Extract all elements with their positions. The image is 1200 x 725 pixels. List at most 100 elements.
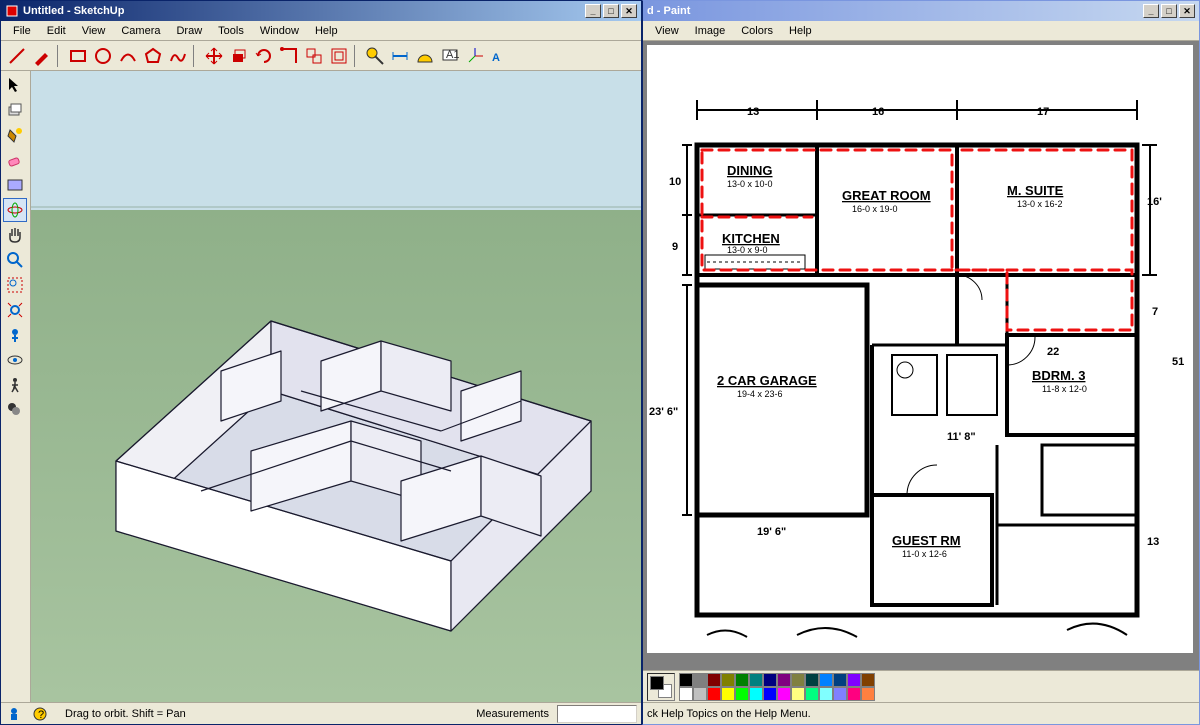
tool-rotate-icon[interactable]	[252, 44, 276, 68]
menu-camera[interactable]: Camera	[113, 23, 168, 39]
palette-swatch[interactable]	[749, 687, 763, 701]
palette-swatch[interactable]	[707, 673, 721, 687]
side-eraser-icon[interactable]	[3, 148, 27, 172]
menu-tools[interactable]: Tools	[210, 23, 252, 39]
palette-grid[interactable]	[679, 673, 875, 701]
tool-protractor-icon[interactable]	[413, 44, 437, 68]
sketchup-titlebar[interactable]: Untitled - SketchUp _ □ ✕	[1, 1, 641, 21]
paint-menu-help[interactable]: Help	[781, 23, 820, 39]
paint-statusbar: ck Help Topics on the Help Menu.	[643, 702, 1199, 724]
tool-3dtext-icon[interactable]: A	[488, 44, 512, 68]
minimize-button[interactable]: _	[585, 4, 601, 18]
palette-swatch[interactable]	[763, 673, 777, 687]
sketchup-app-icon	[5, 4, 19, 18]
palette-swatch[interactable]	[847, 673, 861, 687]
side-rect-icon[interactable]	[3, 173, 27, 197]
tool-pencil-icon[interactable]	[30, 44, 54, 68]
tool-dimension-icon[interactable]	[388, 44, 412, 68]
tool-offset-icon[interactable]	[327, 44, 351, 68]
palette-swatch[interactable]	[861, 673, 875, 687]
palette-swatch[interactable]	[791, 673, 805, 687]
palette-swatch[interactable]	[833, 687, 847, 701]
svg-text:7: 7	[1152, 306, 1158, 318]
palette-swatch[interactable]	[679, 687, 693, 701]
palette-swatch[interactable]	[679, 673, 693, 687]
side-walk-icon[interactable]	[3, 373, 27, 397]
sketchup-viewport[interactable]	[31, 71, 641, 702]
tool-text-icon[interactable]: A1	[438, 44, 462, 68]
palette-swatch[interactable]	[819, 673, 833, 687]
palette-swatch[interactable]	[693, 687, 707, 701]
paint-minimize-button[interactable]: _	[1143, 4, 1159, 18]
tool-axes-icon[interactable]	[463, 44, 487, 68]
sketchup-menubar: File Edit View Camera Draw Tools Window …	[1, 21, 641, 41]
menu-file[interactable]: File	[5, 23, 39, 39]
palette-swatch[interactable]	[833, 673, 847, 687]
svg-text:13-0 x 16-2: 13-0 x 16-2	[1017, 199, 1063, 209]
palette-swatch[interactable]	[805, 687, 819, 701]
status-measure-input[interactable]	[557, 705, 637, 723]
tool-circle-icon[interactable]	[91, 44, 115, 68]
palette-swatch[interactable]	[707, 687, 721, 701]
palette-swatch[interactable]	[721, 673, 735, 687]
tool-pushpull-icon[interactable]	[227, 44, 251, 68]
tool-rectangle-icon[interactable]	[66, 44, 90, 68]
palette-swatch[interactable]	[735, 687, 749, 701]
tool-freehand-icon[interactable]	[166, 44, 190, 68]
paint-close-button[interactable]: ✕	[1179, 4, 1195, 18]
paint-menu-view[interactable]: View	[647, 23, 687, 39]
side-orbit-icon[interactable]	[3, 198, 27, 222]
side-paint-icon[interactable]	[3, 123, 27, 147]
status-help-icon[interactable]: ?	[31, 705, 49, 723]
label-dining: DINING	[727, 163, 773, 178]
side-position-icon[interactable]	[3, 323, 27, 347]
paint-canvas[interactable]: DINING 13-0 x 10-0 GREAT ROOM 16-0 x 19-…	[647, 45, 1193, 653]
menu-window[interactable]: Window	[252, 23, 307, 39]
palette-current[interactable]	[647, 673, 675, 701]
paint-titlebar[interactable]: d - Paint _ □ ✕	[643, 1, 1199, 21]
menu-view[interactable]: View	[74, 23, 114, 39]
menu-help[interactable]: Help	[307, 23, 346, 39]
tool-polygon-icon[interactable]	[141, 44, 165, 68]
sketchup-sidebar	[1, 71, 31, 702]
tool-arc-icon[interactable]	[116, 44, 140, 68]
tool-scale-icon[interactable]	[302, 44, 326, 68]
side-shadows-icon[interactable]	[3, 398, 27, 422]
palette-swatch[interactable]	[805, 673, 819, 687]
tool-followme-icon[interactable]	[277, 44, 301, 68]
label-bdrm3: BDRM. 3	[1032, 368, 1085, 383]
palette-swatch[interactable]	[721, 687, 735, 701]
side-component-icon[interactable]	[3, 98, 27, 122]
tool-move-icon[interactable]	[202, 44, 226, 68]
palette-swatch[interactable]	[791, 687, 805, 701]
palette-swatch[interactable]	[777, 687, 791, 701]
palette-swatch[interactable]	[763, 687, 777, 701]
label-kitchen: KITCHEN	[722, 231, 780, 246]
side-lookaround-icon[interactable]	[3, 348, 27, 372]
side-select-icon[interactable]	[3, 73, 27, 97]
menu-edit[interactable]: Edit	[39, 23, 74, 39]
palette-swatch[interactable]	[735, 673, 749, 687]
svg-text:51: 51	[1172, 356, 1184, 368]
tool-line-icon[interactable]	[5, 44, 29, 68]
tool-tape-icon[interactable]	[363, 44, 387, 68]
svg-text:19' 6": 19' 6"	[757, 526, 786, 538]
side-zoomext-icon[interactable]	[3, 298, 27, 322]
palette-swatch[interactable]	[693, 673, 707, 687]
side-pan-icon[interactable]	[3, 223, 27, 247]
paint-menu-colors[interactable]: Colors	[733, 23, 781, 39]
svg-text:13-0 x 9-0: 13-0 x 9-0	[727, 245, 768, 255]
paint-menu-image[interactable]: Image	[687, 23, 734, 39]
maximize-button[interactable]: □	[603, 4, 619, 18]
palette-swatch[interactable]	[749, 673, 763, 687]
paint-title: d - Paint	[647, 5, 690, 17]
palette-swatch[interactable]	[819, 687, 833, 701]
side-zoomwin-icon[interactable]	[3, 273, 27, 297]
side-zoom-icon[interactable]	[3, 248, 27, 272]
palette-swatch[interactable]	[861, 687, 875, 701]
palette-swatch[interactable]	[777, 673, 791, 687]
menu-draw[interactable]: Draw	[168, 23, 210, 39]
close-button[interactable]: ✕	[621, 4, 637, 18]
paint-maximize-button[interactable]: □	[1161, 4, 1177, 18]
palette-swatch[interactable]	[847, 687, 861, 701]
